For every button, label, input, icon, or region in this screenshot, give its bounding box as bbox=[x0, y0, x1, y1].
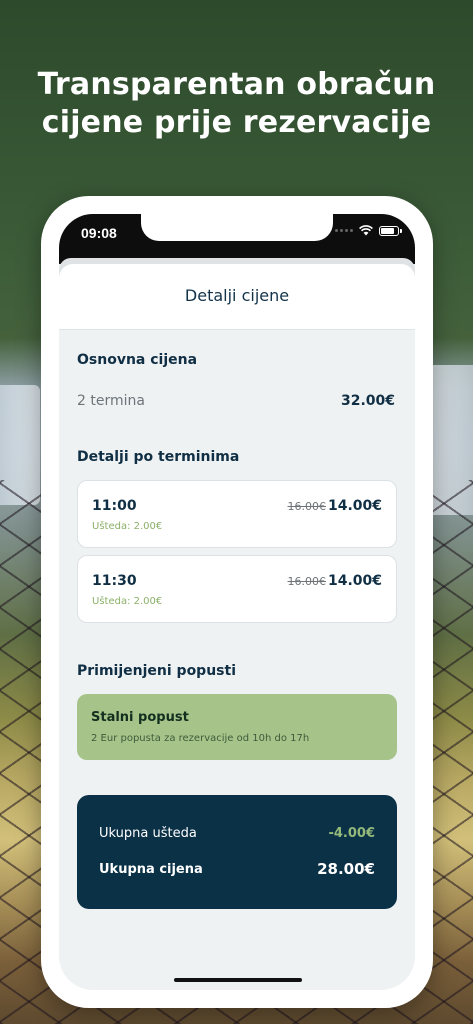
base-price-title: Osnovna cijena bbox=[77, 352, 198, 368]
slot-old-price: 16.00€ bbox=[287, 500, 327, 513]
phone-screen: 09:08 Detalji cijene Osnovna cijena 2 te… bbox=[59, 214, 415, 990]
total-price-value: 28.00€ bbox=[317, 860, 375, 878]
slot-old-price: 16.00€ bbox=[287, 575, 327, 588]
base-price-value: 32.00€ bbox=[340, 393, 395, 409]
slot-card: 11:30 16.00€ 14.00€ Ušteda: 2.00€ bbox=[77, 555, 397, 623]
slot-new-price: 14.00€ bbox=[327, 573, 382, 589]
total-saving-label: Ukupna ušteda bbox=[99, 826, 197, 841]
status-bar: 09:08 bbox=[59, 214, 415, 264]
signal-icon bbox=[335, 229, 353, 232]
discount-description: 2 Eur popusta za rezervacije od 10h do 1… bbox=[91, 733, 310, 744]
total-saving-value: -4.00€ bbox=[328, 826, 375, 841]
sheet-header: Detalji cijene bbox=[59, 264, 415, 330]
status-time: 09:08 bbox=[81, 225, 117, 241]
home-indicator[interactable] bbox=[174, 978, 302, 982]
slot-time: 11:00 bbox=[92, 498, 137, 514]
slot-card: 11:00 16.00€ 14.00€ Ušteda: 2.00€ bbox=[77, 480, 397, 548]
notch bbox=[141, 214, 333, 241]
total-price-label: Ukupna cijena bbox=[99, 862, 203, 877]
slot-saving: Ušteda: 2.00€ bbox=[92, 596, 163, 607]
headline-line-2: cijene prije rezervacije bbox=[41, 105, 432, 140]
discount-title: Stalni popust bbox=[91, 710, 189, 725]
base-price-label: 2 termina bbox=[77, 393, 145, 409]
battery-icon bbox=[379, 225, 402, 236]
totals-card: Ukupna ušteda -4.00€ Ukupna cijena 28.00… bbox=[77, 795, 397, 909]
wifi-icon bbox=[359, 225, 373, 236]
headline: Transparentan obračun cijene prije rezer… bbox=[0, 66, 473, 142]
page-title: Detalji cijene bbox=[184, 286, 290, 305]
applied-discounts-title: Primijenjeni popusti bbox=[77, 663, 236, 679]
slot-details-title: Detalji po terminima bbox=[77, 449, 240, 465]
slot-saving: Ušteda: 2.00€ bbox=[92, 521, 163, 532]
headline-line-1: Transparentan obračun bbox=[37, 67, 436, 102]
status-icons bbox=[335, 225, 402, 236]
discount-card: Stalni popust 2 Eur popusta za rezervaci… bbox=[77, 694, 397, 760]
slot-time: 11:30 bbox=[92, 573, 137, 589]
phone-frame: 09:08 Detalji cijene Osnovna cijena 2 te… bbox=[41, 196, 433, 1008]
slot-new-price: 14.00€ bbox=[327, 498, 382, 514]
